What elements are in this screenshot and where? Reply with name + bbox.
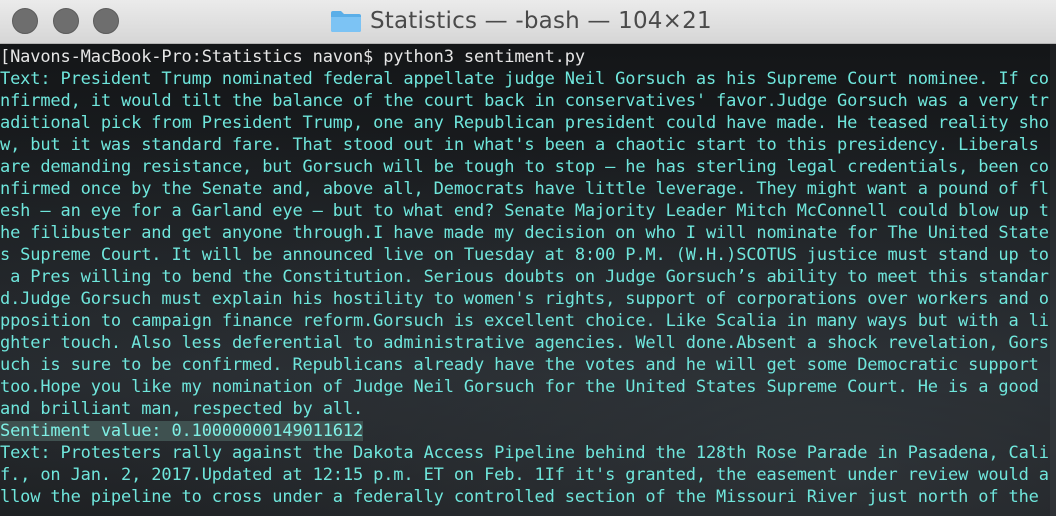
output-line: aditional pick from President Trump, one… xyxy=(0,113,1049,133)
folder-icon xyxy=(330,9,362,33)
selected-text[interactable]: Sentiment value: 0.10000000149011612 xyxy=(0,421,363,441)
close-button[interactable] xyxy=(12,8,38,34)
window-title-group: Statistics — -bash — 104×21 xyxy=(330,6,712,36)
minimize-button[interactable] xyxy=(53,8,79,34)
output-line: f., on Jan. 2, 2017.Updated at 12:15 p.m… xyxy=(0,465,1049,485)
output-line: s Supreme Court. It will be announced li… xyxy=(0,245,1049,265)
terminal-output[interactable]: [Navons-MacBook-Pro:Statistics navon$ py… xyxy=(0,44,1056,516)
sentiment-value-line: Sentiment value: 0.10000000149011612 xyxy=(0,420,1049,442)
terminal-lines: [Navons-MacBook-Pro:Statistics navon$ py… xyxy=(0,46,1049,508)
output-line: Text: President Trump nominated federal … xyxy=(0,69,1049,89)
window-title: Statistics — -bash — 104×21 xyxy=(370,8,712,34)
output-line: too.Hope you like my nomination of Judge… xyxy=(0,377,1039,397)
zoom-button[interactable] xyxy=(93,8,119,34)
output-line: he filibuster and get anyone through.I h… xyxy=(0,223,1049,243)
output-line: uch is sure to be confirmed. Republicans… xyxy=(0,355,1039,375)
output-line: w, but it was standard fare. That stood … xyxy=(0,135,1039,155)
output-line: esh – an eye for a Garland eye – but to … xyxy=(0,201,1049,221)
output-line: pposition to campaign finance reform.Gor… xyxy=(0,311,1049,331)
output-line: nfirmed once by the Senate and, above al… xyxy=(0,179,1049,199)
output-line: are demanding resistance, but Gorsuch wi… xyxy=(0,157,1049,177)
output-line: Text: Protesters rally against the Dakot… xyxy=(0,443,1049,463)
output-line: a Pres willing to bend the Constitution.… xyxy=(0,267,1049,287)
output-line: ghter touch. Also less deferential to ad… xyxy=(0,333,1049,353)
scrollbar[interactable] xyxy=(1050,44,1056,516)
command-line: [Navons-MacBook-Pro:Statistics navon$ py… xyxy=(0,47,585,67)
output-line: nfirmed, it would tilt the balance of th… xyxy=(0,91,1049,111)
output-line: llow the pipeline to cross under a feder… xyxy=(0,487,1039,507)
output-line: d.Judge Gorsuch must explain his hostili… xyxy=(0,289,1049,309)
terminal-window: Statistics — -bash — 104×21 [Navons-MacB… xyxy=(0,0,1056,516)
output-line: and brilliant man, respected by all. xyxy=(0,399,364,419)
title-bar[interactable]: Statistics — -bash — 104×21 xyxy=(0,0,1056,44)
